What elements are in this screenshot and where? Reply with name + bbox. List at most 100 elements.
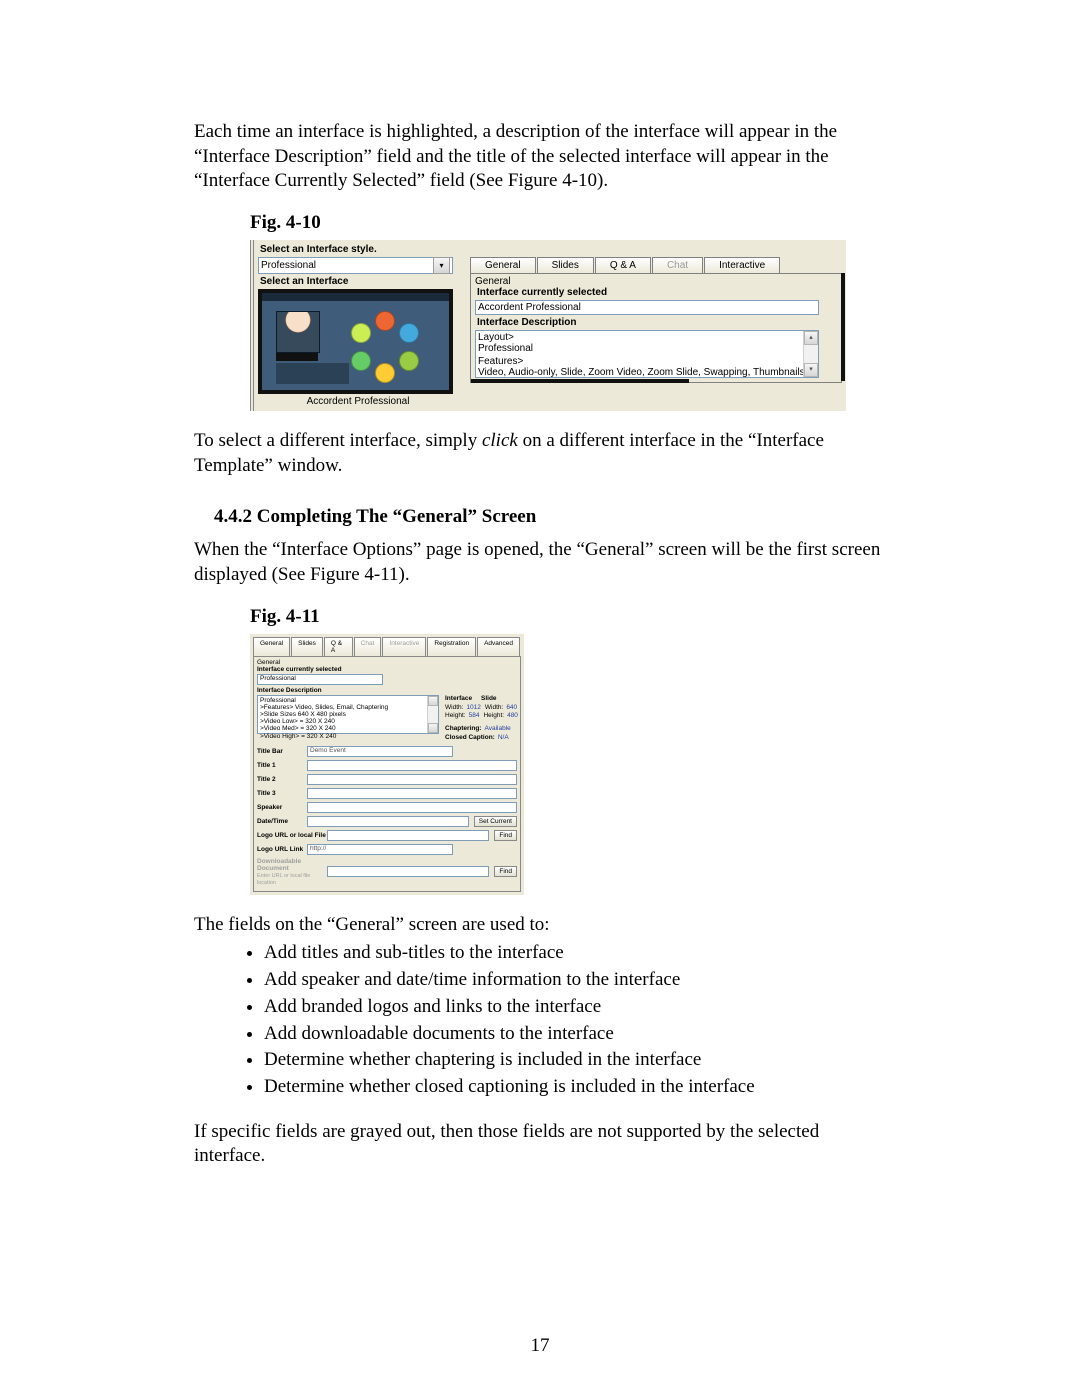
input-logo-link[interactable]: http://: [307, 844, 453, 855]
scroll-up-icon[interactable]: [428, 696, 438, 706]
input-title-bar[interactable]: Demo Event: [307, 746, 453, 757]
desc-line: Features>: [478, 356, 816, 367]
input-speaker[interactable]: [307, 802, 517, 813]
label-title-bar: Title Bar: [257, 748, 307, 755]
tab-chat: Chat: [354, 637, 382, 656]
row-title-3: Title 3: [257, 788, 517, 799]
fig-4-11: General Slides Q & A Chat Interactive Re…: [250, 634, 524, 895]
meta-panel: Interface Slide Width:1012 Width:640 Hei…: [445, 695, 517, 743]
style-value: Professional: [261, 260, 316, 271]
select-interface-label: Select an Interface: [260, 276, 458, 287]
row-title-2: Title 2: [257, 774, 517, 785]
fig-4-10-caption: Fig. 4-10: [250, 212, 886, 234]
find-doc-button[interactable]: Find: [494, 866, 517, 877]
input-datetime[interactable]: [307, 816, 469, 827]
fig410-pane: General Interface currently selected Acc…: [470, 273, 842, 383]
meta-interface-hdr: Interface: [445, 695, 481, 703]
ics-field[interactable]: Accordent Professional: [475, 300, 819, 315]
scroll-down-icon[interactable]: [428, 723, 438, 733]
input-logo-url[interactable]: [327, 830, 489, 841]
tab-slides[interactable]: Slides: [291, 637, 323, 656]
row-speaker: Speaker: [257, 802, 517, 813]
label-logo-url: Logo URL or local File: [257, 832, 327, 839]
desc-line: Professional: [260, 697, 424, 704]
ics-field[interactable]: Professional: [257, 674, 383, 685]
fig411-pane: General Interface currently selected Pro…: [253, 656, 521, 892]
desc-line: Professional: [478, 343, 816, 354]
tab-qa[interactable]: Q & A: [595, 257, 651, 273]
tab-chat: Chat: [652, 257, 703, 273]
group-label: General: [257, 659, 517, 666]
row-title-bar: Title Bar Demo Event: [257, 746, 517, 757]
desc-line: >Slide Sizes 640 X 480 pixels: [260, 711, 424, 718]
desc-textarea[interactable]: Layout> Professional Features> Video, Au…: [475, 330, 819, 378]
template-caption: Accordent Professional: [258, 396, 458, 407]
fig-4-11-caption: Fig. 4-11: [250, 606, 886, 628]
meta-slide-hdr: Slide: [481, 695, 497, 703]
scroll-down-icon[interactable]: ▾: [804, 363, 818, 377]
row-dl-doc: Downloadable Document Enter URL or local…: [257, 858, 517, 886]
input-title-1[interactable]: [307, 760, 517, 771]
list-item: Determine whether chaptering is included…: [264, 1048, 886, 1073]
para-grayed-out: If specific fields are grayed out, then …: [194, 1120, 886, 1169]
desc-line: Layout>: [478, 332, 816, 343]
list-item: Add speaker and date/time information to…: [264, 968, 886, 993]
row-title-1: Title 1: [257, 760, 517, 771]
desc-label: Interface Description: [477, 317, 837, 328]
label-speaker: Speaker: [257, 804, 307, 811]
scrollbar[interactable]: ▴ ▾: [803, 331, 818, 377]
fig411-tabs: General Slides Q & A Chat Interactive Re…: [253, 637, 521, 656]
desc-line: >Video Low> = 320 X 240: [260, 718, 424, 725]
desc-line: >Video High> = 320 X 240: [260, 733, 424, 740]
find-logo-button[interactable]: Find: [494, 830, 517, 841]
list-item: Add branded logos and links to the inter…: [264, 995, 886, 1020]
fields-bullets: Add titles and sub-titles to the interfa…: [264, 941, 886, 1099]
list-item: Add downloadable documents to the interf…: [264, 1022, 886, 1047]
callout-underline-icon: [471, 379, 689, 383]
ics-label: Interface currently selected: [477, 287, 837, 298]
section-heading: 4.4.2 Completing The “General” Screen: [214, 506, 886, 528]
set-current-button[interactable]: Set Current: [474, 816, 517, 827]
tab-general[interactable]: General: [470, 257, 536, 273]
style-dropdown[interactable]: Professional ▾: [258, 257, 453, 274]
para-after-fig410: To select a different interface, simply …: [194, 429, 886, 478]
scroll-up-icon[interactable]: ▴: [804, 331, 818, 345]
row-datetime: Date/Time Set Current: [257, 816, 517, 827]
input-title-3[interactable]: [307, 788, 517, 799]
interface-template-preview[interactable]: [258, 289, 453, 394]
list-item: Determine whether closed captioning is i…: [264, 1075, 886, 1100]
desc-line: >Features> Video, Slides, Email, Chapter…: [260, 704, 424, 711]
tab-interactive[interactable]: Interactive: [704, 257, 780, 273]
slide-preview-icon: [347, 311, 421, 385]
desc-line: Video, Audio-only, Slide, Zoom Video, Zo…: [478, 367, 816, 378]
desc-line: >Video Med> = 320 X 240: [260, 725, 424, 732]
input-title-2[interactable]: [307, 774, 517, 785]
label-title-1: Title 1: [257, 762, 307, 769]
row-logo-link: Logo URL Link http://: [257, 844, 517, 855]
tab-qa[interactable]: Q & A: [324, 637, 353, 656]
video-preview-icon: [276, 311, 320, 353]
tab-registration[interactable]: Registration: [427, 637, 476, 656]
label-logo-link: Logo URL Link: [257, 846, 307, 853]
select-style-label: Select an Interface style.: [260, 244, 842, 255]
tab-slides[interactable]: Slides: [537, 257, 594, 273]
tab-advanced[interactable]: Advanced: [477, 637, 520, 656]
list-item: Add titles and sub-titles to the interfa…: [264, 941, 886, 966]
scrollbar[interactable]: [427, 696, 438, 733]
tab-interactive: Interactive: [382, 637, 426, 656]
desc-label: Interface Description: [257, 687, 517, 694]
desc-textarea[interactable]: Professional >Features> Video, Slides, E…: [257, 695, 439, 734]
intro-paragraph: Each time an interface is highlighted, a…: [194, 120, 886, 194]
label-datetime: Date/Time: [257, 818, 307, 825]
para-fields-intro: The fields on the “General” screen are u…: [194, 913, 886, 938]
label-title-3: Title 3: [257, 790, 307, 797]
hint-dl-doc: Enter URL or local file location: [257, 873, 310, 886]
fig-4-10: Select an Interface style. Professional …: [250, 240, 846, 411]
tab-general[interactable]: General: [253, 637, 290, 656]
para-4-4-2-intro: When the “Interface Options” page is ope…: [194, 538, 886, 587]
label-title-2: Title 2: [257, 776, 307, 783]
label-dl-doc: Downloadable Document: [257, 858, 301, 872]
chevron-down-icon[interactable]: ▾: [433, 257, 450, 274]
input-dl-doc: [327, 866, 489, 877]
group-label: General: [475, 276, 837, 287]
